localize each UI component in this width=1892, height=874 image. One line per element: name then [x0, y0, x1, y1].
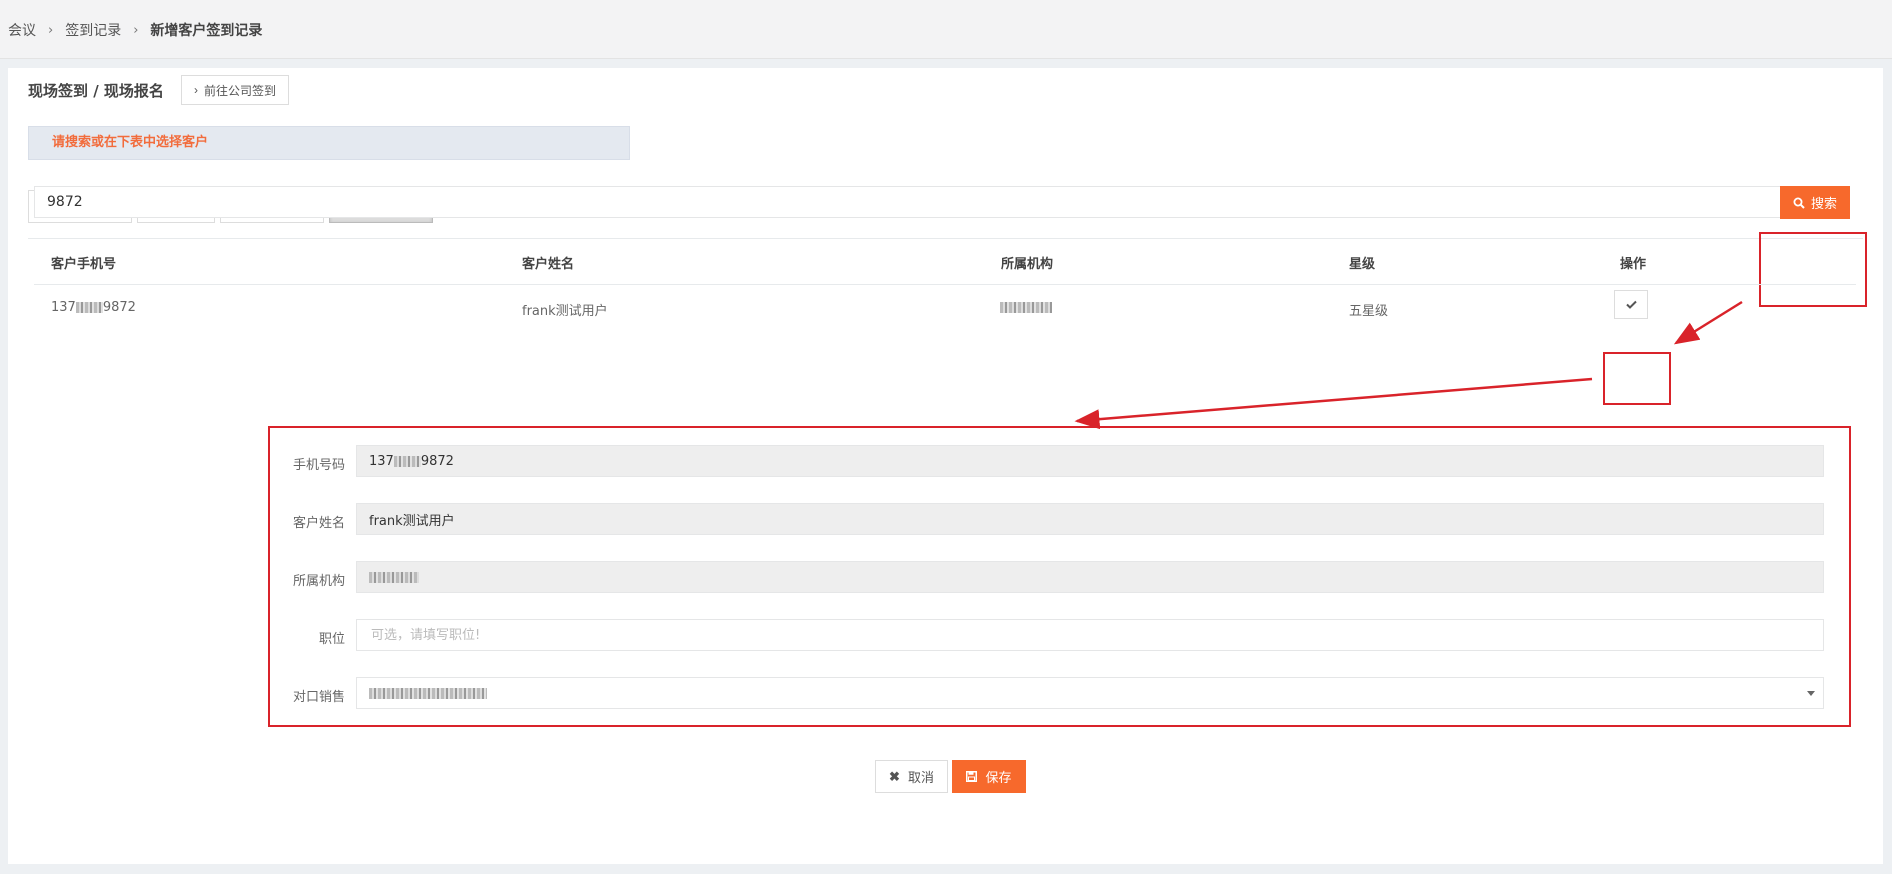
- sales-select[interactable]: [356, 677, 1824, 709]
- caret-down-icon: [1807, 691, 1815, 696]
- position-input[interactable]: [369, 626, 1811, 644]
- position-label: 职位: [318, 632, 345, 647]
- phone-suffix: 9872: [420, 453, 454, 469]
- phone-label: 手机号码: [292, 458, 345, 473]
- close-icon: ✖: [889, 768, 900, 784]
- phone-field[interactable]: 137 9872: [356, 445, 1824, 477]
- org-label: 所属机构: [292, 574, 345, 589]
- customer-name-field[interactable]: frank测试用户: [356, 503, 1824, 535]
- save-button-label: 保存: [985, 770, 1012, 785]
- arrow-select-to-form: [1074, 377, 1593, 430]
- arrow-search-to-select: [1673, 300, 1743, 345]
- phone-prefix: 137: [369, 453, 394, 469]
- save-icon: [966, 771, 978, 782]
- cancel-button[interactable]: ✖ 取消: [875, 760, 948, 793]
- redacted-block: [393, 455, 421, 467]
- sales-label: 对口销售: [292, 690, 345, 705]
- cancel-button-label: 取消: [907, 770, 934, 785]
- org-field[interactable]: [356, 561, 1824, 593]
- redacted-block: [369, 571, 419, 583]
- save-button[interactable]: 保存: [952, 760, 1026, 793]
- position-field[interactable]: [356, 619, 1824, 651]
- redacted-block: [369, 687, 487, 699]
- customer-name-label: 客户姓名: [292, 516, 345, 531]
